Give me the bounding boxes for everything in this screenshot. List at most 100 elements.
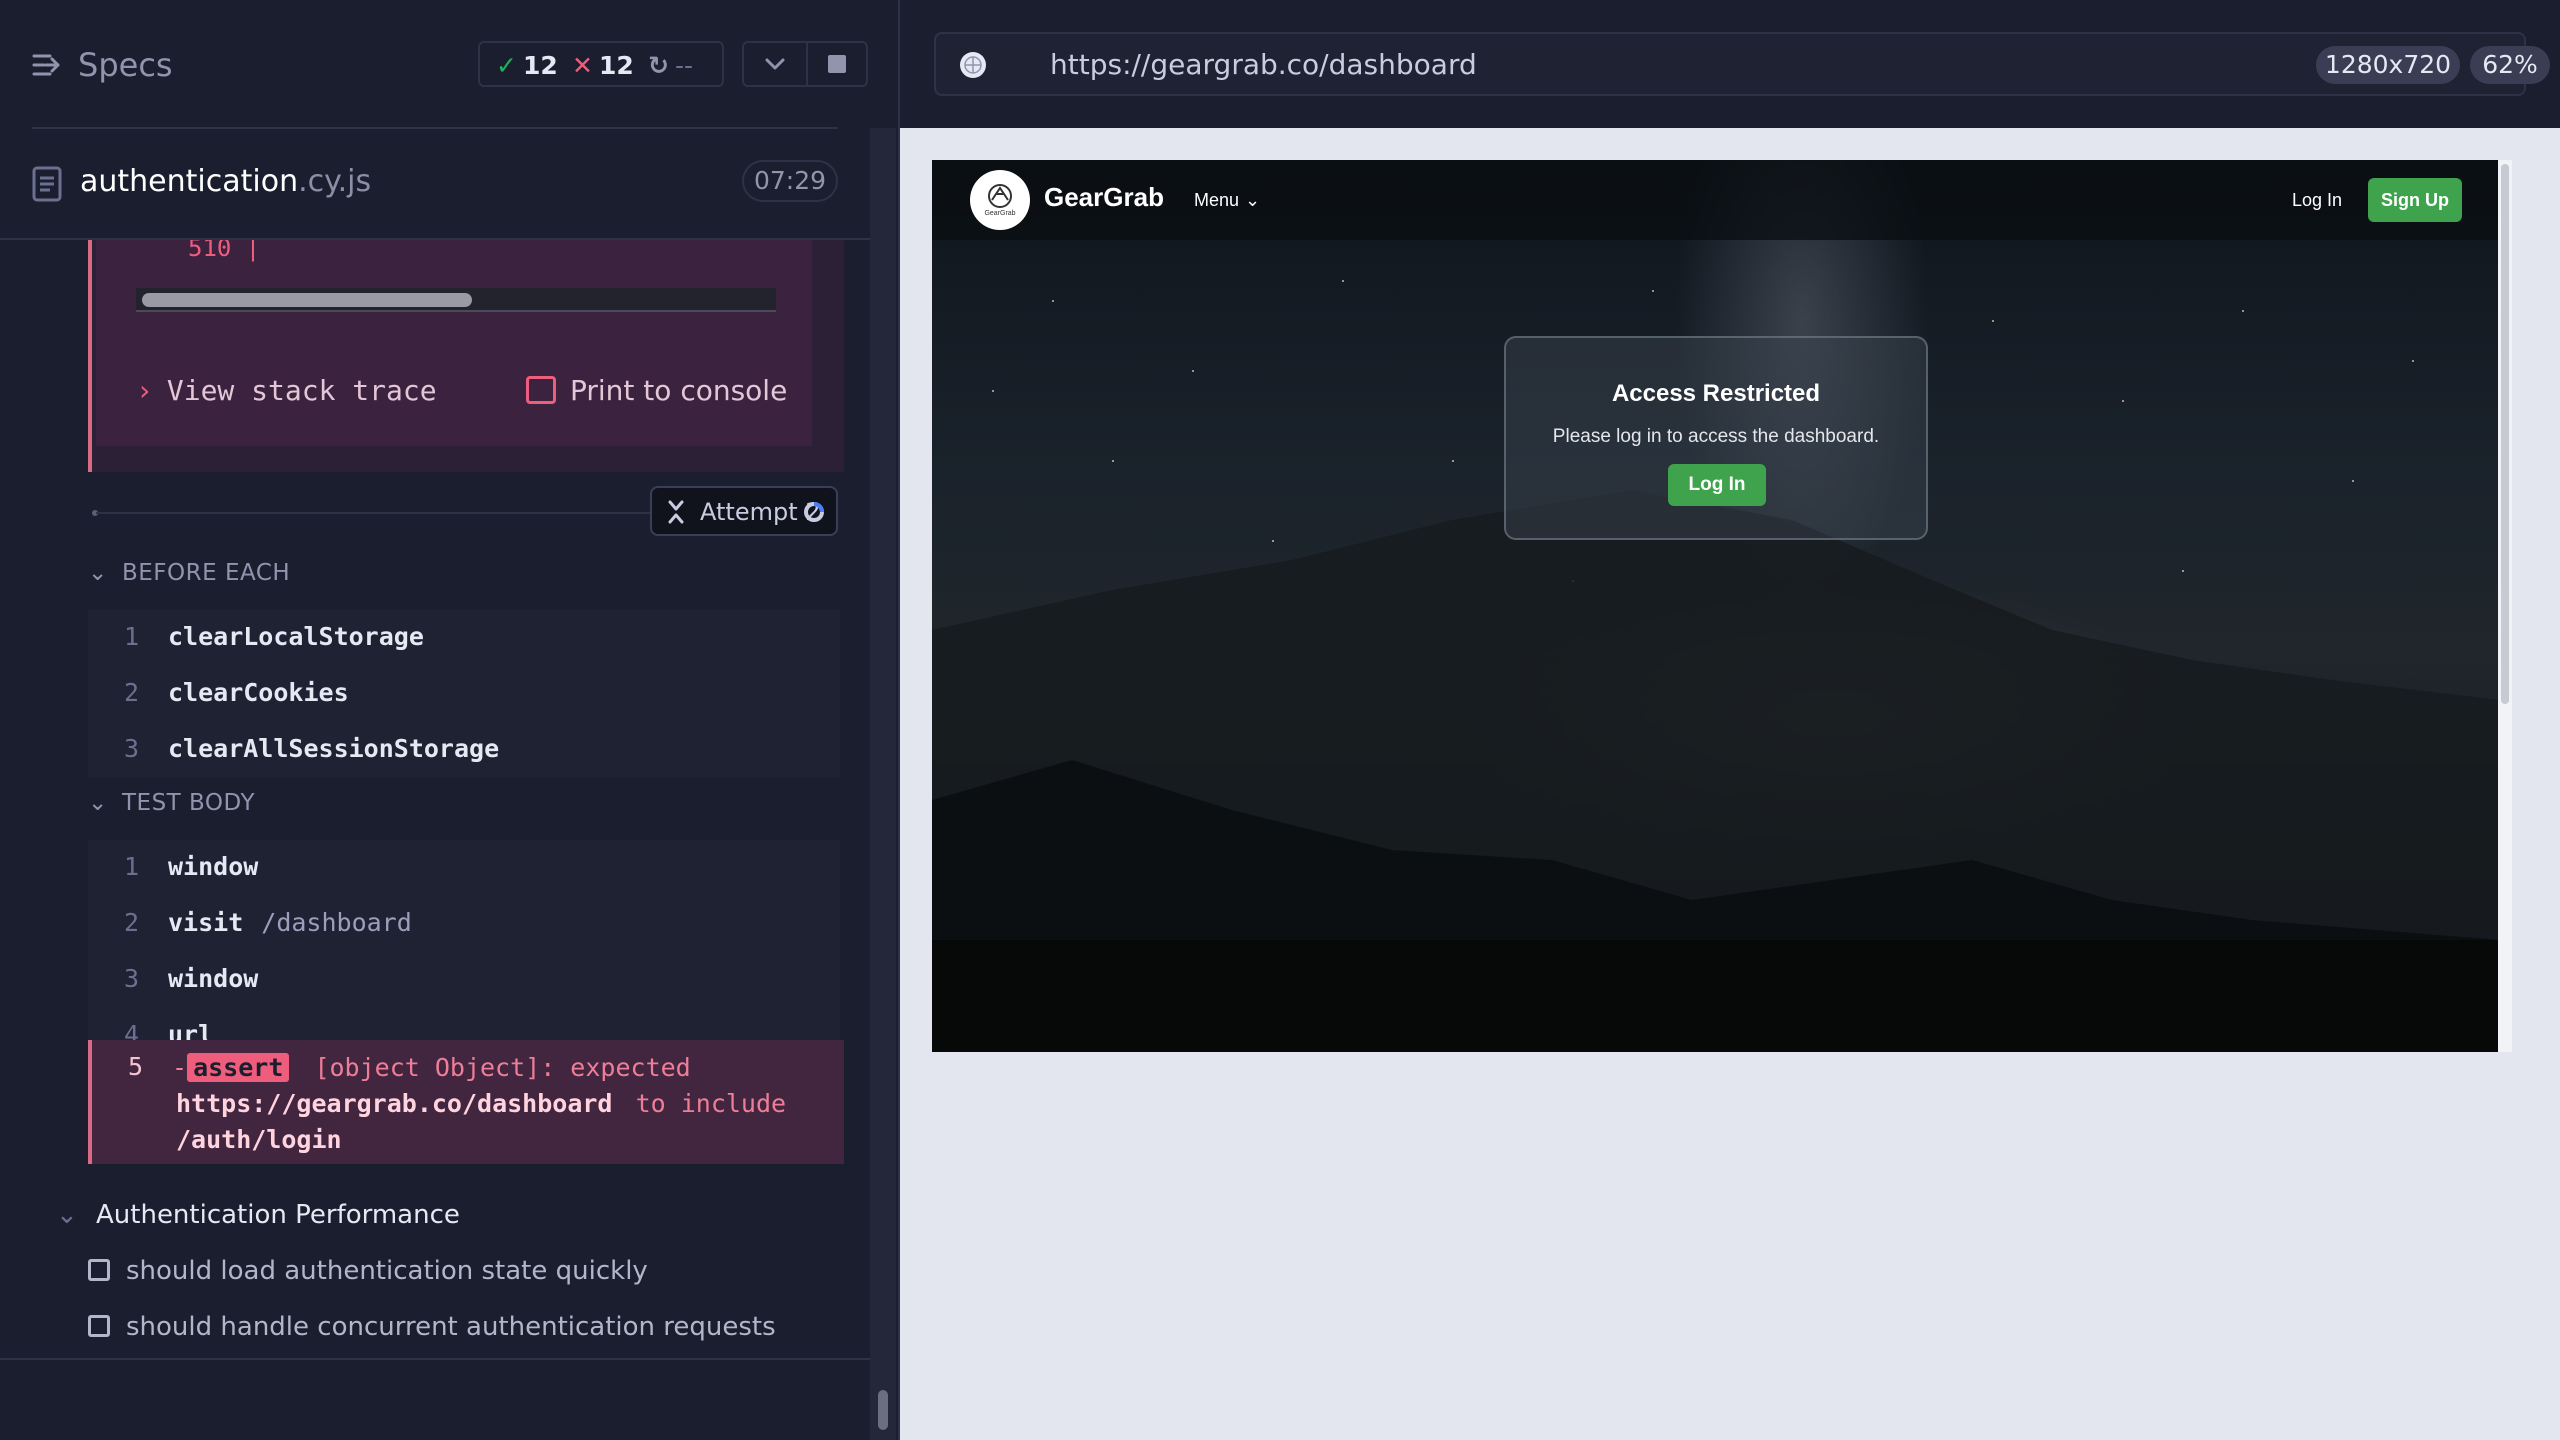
reporter-scroll-thumb[interactable]: [878, 1390, 888, 1430]
running-indicator-icon: [804, 502, 824, 522]
url-bar[interactable]: https://geargrab.co/dashboard 1280x720 6…: [934, 32, 2550, 96]
assertion-message: - assert [object Object]: expected https:…: [172, 1050, 822, 1158]
chevron-down-icon: ⌄: [56, 1200, 78, 1230]
command-row[interactable]: 2 clearCookies: [88, 666, 840, 722]
test-item[interactable]: should handle concurrent authentication …: [88, 1312, 776, 1342]
assert-prefix: -: [172, 1053, 188, 1082]
app-iframe[interactable]: GearGrab GearGrab Menu ⌄ Log In Sign Up A…: [932, 160, 2500, 1052]
run-controls: [742, 41, 868, 87]
pending-icon: [88, 1259, 110, 1281]
command-number: 1: [124, 852, 140, 881]
command-name: visit/dashboard: [168, 908, 412, 937]
chevron-down-icon: ⌄: [88, 790, 108, 816]
stop-icon[interactable]: [828, 55, 846, 73]
print-to-console-button[interactable]: Print to console: [526, 374, 787, 407]
command-number: 1: [124, 622, 140, 651]
signup-button[interactable]: Sign Up: [2368, 178, 2462, 222]
divider: [32, 127, 838, 129]
logo-caption: GearGrab: [984, 210, 1016, 217]
command-row[interactable]: 3 window: [88, 952, 840, 1008]
test-item[interactable]: should load authentication state quickly: [88, 1256, 648, 1286]
divider: [0, 1358, 870, 1360]
command-name: window: [168, 964, 259, 993]
code-frame-line: 510 |: [188, 240, 261, 262]
chevron-down-icon: ⌄: [88, 560, 108, 586]
geargrab-logo[interactable]: GearGrab: [970, 170, 1030, 230]
spec-file-row[interactable]: authentication.cy.js 07:29: [0, 150, 898, 238]
reporter-panel: Specs ✓12 ✕12 ↻-- authentication.cy.j: [0, 0, 898, 1440]
card-message: Please log in to access the dashboard.: [1552, 426, 1880, 447]
specs-list-icon[interactable]: [32, 50, 62, 80]
command-row[interactable]: 4 url: [88, 1008, 840, 1049]
command-name: clearCookies: [168, 678, 349, 707]
test-stats: ✓ 12 ✕ 12 ↻ --: [478, 41, 724, 87]
assertion-text: to include: [635, 1089, 787, 1118]
mountain-silhouette: [932, 490, 2500, 1052]
assertion-text: [object Object]: expected: [314, 1053, 691, 1082]
app-scroll-thumb[interactable]: [2501, 164, 2509, 704]
command-row[interactable]: 1 clearLocalStorage: [88, 610, 840, 666]
document-icon: [32, 166, 62, 202]
suite-title[interactable]: ⌄ Authentication Performance: [56, 1200, 460, 1230]
specs-title[interactable]: Specs: [78, 46, 173, 84]
cross-icon: ✕: [572, 51, 593, 80]
menu-dropdown[interactable]: Menu ⌄: [1194, 190, 1260, 211]
zoom-badge[interactable]: 62%: [2470, 46, 2550, 84]
brand-name[interactable]: GearGrab: [1044, 182, 1164, 213]
before-each-header[interactable]: ⌄ BEFORE EACH: [88, 560, 290, 586]
check-icon: ✓: [496, 51, 517, 80]
aut-header: https://geargrab.co/dashboard 1280x720 6…: [900, 0, 2560, 128]
command-name: window: [168, 852, 259, 881]
error-code-frame: 510 | › View stack trace Print to console: [96, 240, 812, 446]
command-number: 3: [124, 734, 140, 763]
app-scrollbar[interactable]: [2498, 160, 2512, 1052]
spinner-icon: ↻: [648, 51, 669, 80]
divider: [806, 43, 808, 85]
command-row[interactable]: 3 clearAllSessionStorage: [88, 722, 840, 778]
nav-login-link[interactable]: Log In: [2292, 190, 2342, 211]
card-title: Access Restricted: [1611, 380, 1821, 407]
test-body-header[interactable]: ⌄ TEST BODY: [88, 790, 255, 816]
logo-emblem-icon: [988, 184, 1012, 208]
app-navbar: GearGrab GearGrab Menu ⌄ Log In Sign Up: [932, 160, 2500, 240]
card-login-button[interactable]: Log In: [1668, 464, 1766, 506]
chevron-down-icon[interactable]: [762, 53, 788, 75]
spec-file-name: authentication.cy.js: [80, 164, 372, 199]
command-argument: /dashboard: [261, 908, 412, 937]
viewport-size-badge[interactable]: 1280x720: [2316, 46, 2460, 84]
command-number: 2: [124, 678, 140, 707]
failed-count: ✕ 12: [572, 51, 634, 80]
command-log: 510 | › View stack trace Print to console…: [0, 240, 870, 1358]
assertion-expected: /auth/login: [176, 1125, 342, 1154]
command-number: 3: [124, 964, 140, 993]
code-frame-scroll-thumb[interactable]: [142, 293, 472, 307]
passed-count: ✓ 12: [496, 51, 558, 80]
command-name: clearLocalStorage: [168, 622, 424, 651]
assertion-actual: https://geargrab.co/dashboard: [176, 1089, 613, 1118]
reporter-scrollbar[interactable]: [870, 128, 896, 1440]
specs-header: Specs ✓ 12 ✕ 12 ↻ --: [0, 0, 898, 128]
chevron-right-icon: ›: [136, 374, 153, 407]
globe-icon: [960, 52, 986, 78]
attempt-tag[interactable]: Attempt 2: [650, 486, 838, 536]
spec-file-extension: .cy.js: [298, 164, 372, 199]
attempt-row: Attempt 2: [88, 486, 840, 540]
collapse-icon: [668, 500, 684, 524]
assert-badge: assert: [187, 1053, 290, 1082]
pending-icon: [88, 1315, 110, 1337]
spec-duration: 07:29: [742, 160, 838, 202]
terminal-icon: [526, 376, 556, 404]
divider: [96, 512, 656, 514]
command-row[interactable]: 2 visit/dashboard: [88, 896, 840, 952]
command-number: 5: [128, 1052, 144, 1081]
url-text: https://geargrab.co/dashboard: [1050, 48, 1477, 81]
view-stack-trace-button[interactable]: › View stack trace: [136, 374, 437, 407]
error-panel: 510 | › View stack trace Print to console: [88, 240, 844, 472]
chevron-down-icon: ⌄: [1245, 190, 1261, 210]
access-restricted-card: Access Restricted Please log in to acces…: [1504, 336, 1928, 540]
command-number: 2: [124, 908, 140, 937]
failed-command-row[interactable]: 5 - assert [object Object]: expected http…: [88, 1040, 844, 1164]
command-row[interactable]: 1 window: [88, 840, 840, 896]
code-frame-scrollbar[interactable]: [136, 288, 776, 312]
command-name: clearAllSessionStorage: [168, 734, 500, 763]
